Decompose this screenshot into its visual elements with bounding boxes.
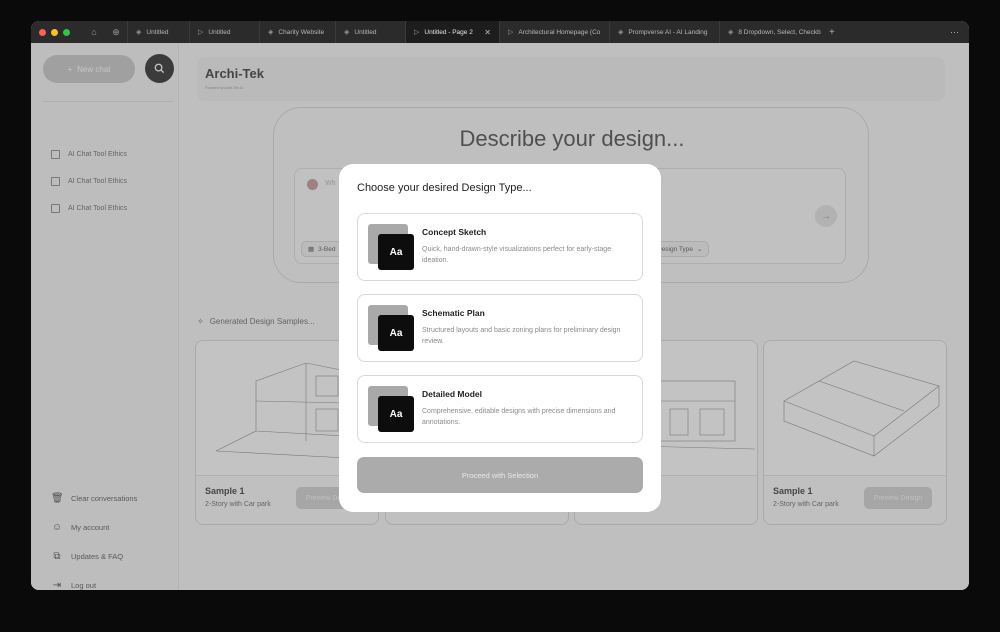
tab-untitled-page-2[interactable]: ▷ Untitled - Page 2 ✕: [405, 21, 499, 43]
tab-file-icon: ◈: [268, 29, 274, 36]
tab-dropdown[interactable]: ◈ 8 Dropdown, Select, Checkb: [719, 21, 821, 43]
tab-untitled-1[interactable]: ◈ Untitled: [127, 21, 189, 43]
tab-play-icon: ▷: [198, 29, 204, 36]
tab-untitled-3[interactable]: ◈ Untitled: [335, 21, 405, 43]
thumbnail-front: Aa: [378, 396, 414, 432]
minimize-window-button[interactable]: [51, 28, 58, 36]
tab-file-icon: ◈: [618, 29, 624, 36]
tab-file-icon: ◈: [136, 29, 142, 36]
maximize-window-button[interactable]: [63, 28, 70, 36]
design-type-modal: Choose your desired Design Type... Aa Co…: [339, 164, 661, 512]
new-tab-plus-icon[interactable]: +: [821, 27, 843, 38]
option-concept-sketch[interactable]: Aa Concept Sketch Quick, hand-drawn-styl…: [357, 213, 643, 281]
option-description: Structured layouts and basic zoning plan…: [422, 327, 621, 345]
thumbnail-front: Aa: [378, 234, 414, 270]
option-title: Detailed Model: [422, 389, 482, 399]
close-tab-icon[interactable]: ✕: [484, 28, 491, 37]
option-thumbnail: Aa: [368, 224, 414, 270]
option-title: Schematic Plan: [422, 308, 485, 318]
tab-charity-website[interactable]: ◈ Charity Website: [259, 21, 335, 43]
option-schematic-plan[interactable]: Aa Schematic Plan Structured layouts and…: [357, 294, 643, 362]
globe-icon[interactable]: ⊕: [105, 21, 127, 43]
option-description: Quick, hand-drawn-style visualizations p…: [422, 246, 612, 264]
modal-title: Choose your desired Design Type...: [357, 182, 532, 194]
tab-play-icon: ▷: [414, 29, 420, 36]
app-area: + New chat AI Chat Tool Ethics AI Chat T…: [31, 43, 969, 590]
thumbnail-front: Aa: [378, 315, 414, 351]
more-options-icon[interactable]: ⋯: [950, 27, 969, 38]
tab-prompverse[interactable]: ◈ Prompverse AI - AI Landing: [609, 21, 719, 43]
browser-window: ⌂ ⊕ ◈ Untitled ▷ Untitled ◈ Charity Website…: [31, 21, 969, 590]
option-detailed-model[interactable]: Aa Detailed Model Comprehensive, editabl…: [357, 375, 643, 443]
tab-bar: ⌂ ⊕ ◈ Untitled ▷ Untitled ◈ Charity Website…: [31, 21, 969, 43]
close-window-button[interactable]: [39, 28, 46, 36]
tab-untitled-2[interactable]: ▷ Untitled: [189, 21, 259, 43]
option-thumbnail: Aa: [368, 305, 414, 351]
option-thumbnail: Aa: [368, 386, 414, 432]
tab-play-icon: ▷: [508, 29, 514, 36]
tab-file-icon: ◈: [344, 29, 350, 36]
home-icon[interactable]: ⌂: [83, 21, 105, 43]
window-controls: [31, 28, 83, 36]
tab-architectural-homepage[interactable]: ▷ Architectural Homepage (Co: [499, 21, 609, 43]
tab-file-icon: ◈: [728, 29, 734, 36]
option-description: Comprehensive, editable designs with pre…: [422, 408, 616, 426]
proceed-button[interactable]: Proceed with Selection: [357, 457, 643, 493]
option-title: Concept Sketch: [422, 227, 487, 237]
